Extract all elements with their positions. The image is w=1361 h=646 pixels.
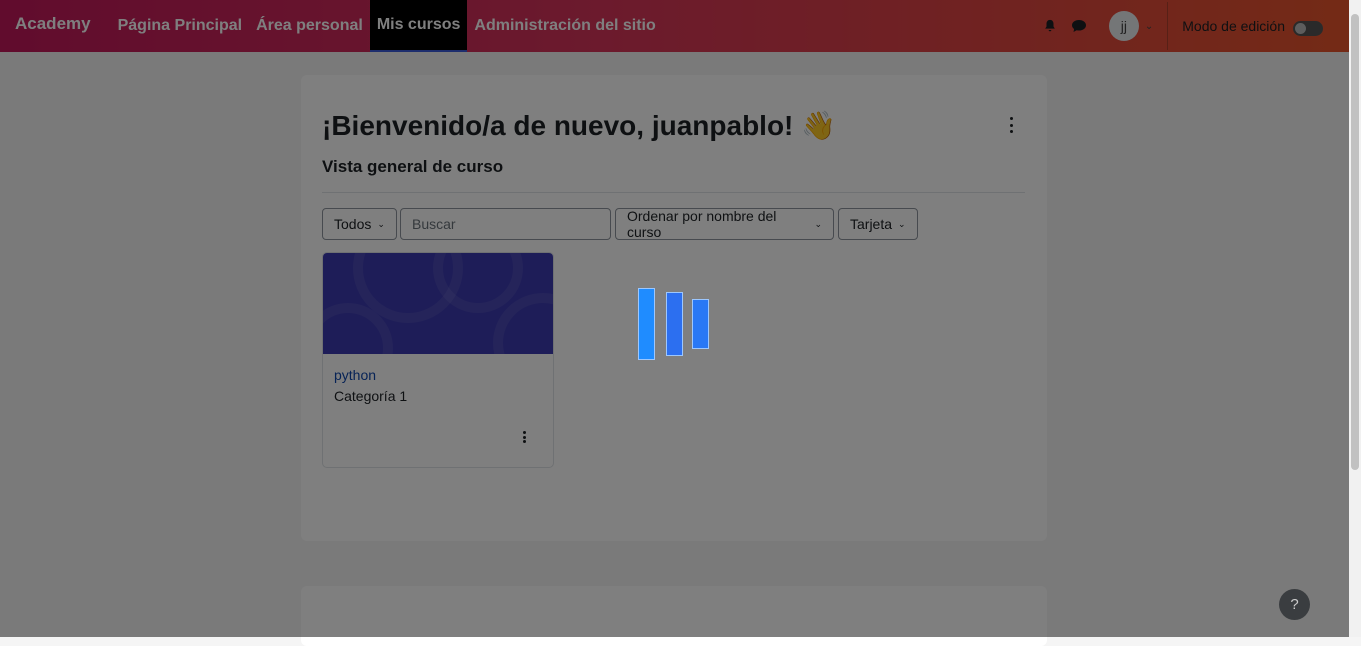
page-scrollbar[interactable] [1349,0,1361,637]
loading-icon [638,288,710,360]
help-button[interactable]: ? [1279,589,1310,620]
scrollbar-thumb[interactable] [1351,14,1359,470]
